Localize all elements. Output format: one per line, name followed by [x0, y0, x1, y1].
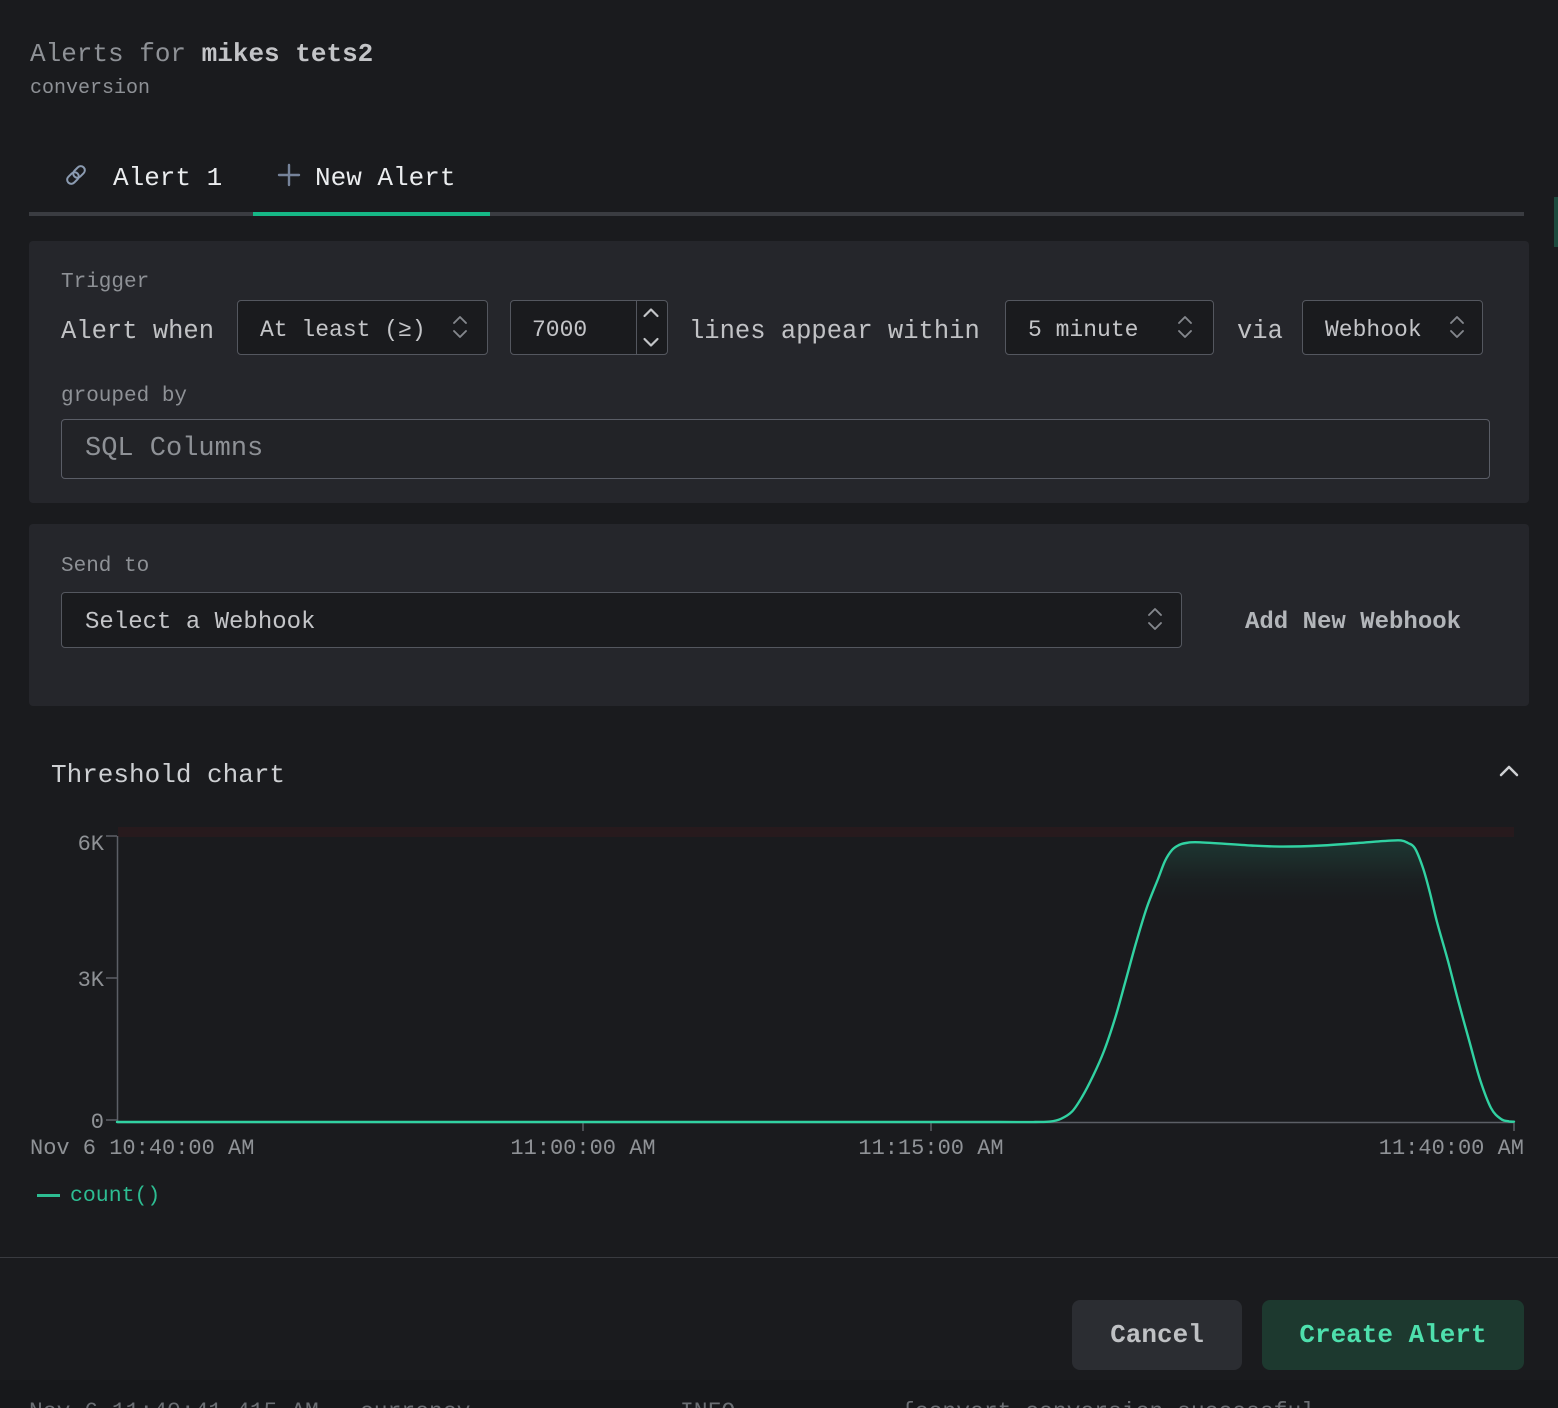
svg-text:3K: 3K: [78, 968, 105, 993]
svg-text:6K: 6K: [78, 832, 105, 857]
svg-text:0: 0: [91, 1110, 104, 1135]
svg-text:11:40:00 AM: 11:40:00 AM: [1379, 1136, 1524, 1161]
svg-text:Nov 6 10:40:00 AM: Nov 6 10:40:00 AM: [30, 1136, 254, 1161]
svg-text:11:15:00 AM: 11:15:00 AM: [858, 1136, 1003, 1161]
svg-text:11:00:00 AM: 11:00:00 AM: [510, 1136, 655, 1161]
